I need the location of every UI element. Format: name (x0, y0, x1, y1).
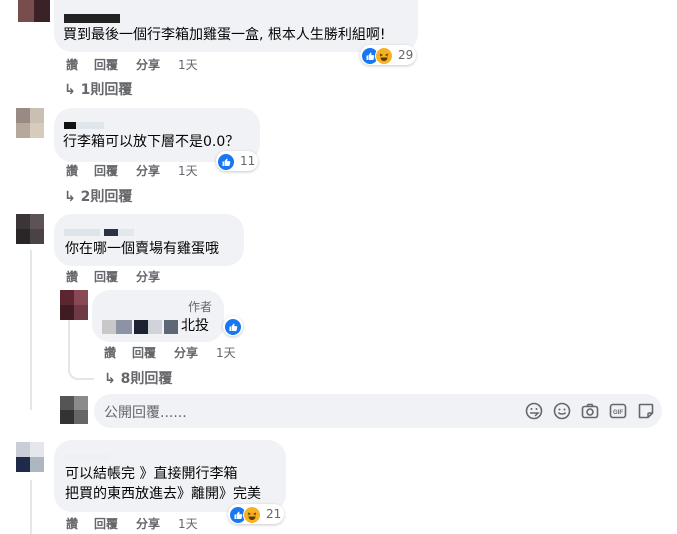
view-replies-button[interactable]: ↳ 2則回覆 (64, 186, 132, 206)
comment-bubble: 你在哪一個賣場有雞蛋哦 (54, 214, 244, 266)
reaction-summary[interactable]: 29 (360, 45, 416, 65)
share-button[interactable]: 分享 (136, 56, 160, 73)
reply-button[interactable]: 回覆 (94, 515, 118, 532)
redacted-name[interactable] (64, 122, 76, 129)
reaction-count: 21 (266, 507, 282, 521)
reply-actions: 讚 回覆 分享 1天 (104, 344, 254, 360)
redacted-name[interactable] (64, 454, 110, 461)
comment-bubble: 可以結帳完 》直接開行李箱 把買的東西放進去》離開》完美 (54, 440, 286, 512)
like-button[interactable]: 讚 (66, 515, 78, 532)
reply-button[interactable]: 回覆 (132, 344, 156, 361)
reaction-summary[interactable]: 21 (228, 504, 284, 524)
emoji-icon[interactable] (552, 401, 572, 421)
comment-actions: 讚 回覆 分享 1天 (66, 515, 216, 531)
avatar[interactable] (16, 214, 44, 244)
reply-arrow-icon: ↳ (104, 371, 116, 387)
like-button[interactable]: 讚 (66, 162, 78, 179)
comment-actions: 讚 回覆 分享 1天 (66, 56, 216, 72)
comment-text-line-1: 可以結帳完 》直接開行李箱 (65, 466, 238, 482)
redacted-name[interactable] (64, 229, 100, 236)
like-button[interactable]: 讚 (66, 56, 78, 73)
current-user-avatar[interactable] (60, 396, 88, 424)
author-badge: 作者 (188, 300, 213, 314)
avatar[interactable] (18, 0, 50, 22)
view-replies-label: 1則回覆 (80, 82, 133, 98)
reply-button[interactable]: 回覆 (94, 162, 118, 179)
like-button[interactable]: 讚 (104, 344, 116, 361)
thread-line (30, 480, 32, 534)
reply-arrow-icon: ↳ (64, 82, 76, 98)
reaction-count: 11 (240, 154, 256, 168)
like-icon (217, 153, 235, 171)
timestamp[interactable]: 1天 (178, 56, 198, 73)
redacted-name[interactable] (102, 320, 116, 334)
view-replies-label: 8則回覆 (120, 371, 173, 387)
sticker-icon[interactable] (524, 401, 544, 421)
reaction-summary[interactable] (223, 316, 243, 336)
timestamp[interactable]: 1天 (216, 344, 236, 361)
reply-button[interactable]: 回覆 (94, 56, 118, 73)
reply-input-placeholder: 公開回覆...... (104, 405, 187, 421)
comment-actions: 讚 回覆 分享 1天 (66, 162, 216, 178)
redacted-name[interactable] (64, 14, 120, 23)
haha-icon (375, 47, 393, 65)
view-replies-label: 2則回覆 (80, 189, 133, 205)
avatar[interactable] (16, 442, 44, 472)
comment-text: 行李箱可以放下層不是0.0？ (63, 134, 240, 150)
comment-text: 買到最後一個行李箱加雞蛋一盒, 根本人生勝利組啊! (63, 27, 386, 43)
comment-bubble: 買到最後一個行李箱加雞蛋一盒, 根本人生勝利組啊! (54, 0, 418, 52)
timestamp[interactable]: 1天 (178, 515, 198, 532)
like-button[interactable]: 讚 (66, 268, 78, 285)
avatar[interactable] (16, 108, 44, 138)
reply-bubble: 作者 北投 (92, 290, 224, 342)
camera-icon[interactable] (580, 401, 600, 421)
comment-actions: 讚 回覆 分享 (66, 268, 216, 284)
share-button[interactable]: 分享 (174, 344, 198, 361)
reaction-summary[interactable]: 11 (216, 151, 258, 171)
reply-arrow-icon: ↳ (64, 189, 76, 205)
comment-text-line-2: 把買的東西放進去》離開》完美 (65, 486, 261, 502)
thread-line (30, 250, 32, 410)
haha-icon (243, 506, 261, 524)
comment-text: 你在哪一個賣場有雞蛋哦 (65, 241, 219, 257)
sticker-square-icon[interactable] (636, 401, 656, 421)
share-button[interactable]: 分享 (136, 515, 160, 532)
timestamp[interactable]: 1天 (178, 162, 198, 179)
reply-input[interactable]: 公開回覆...... GIF (94, 394, 662, 428)
view-replies-button[interactable]: ↳ 8則回覆 (104, 368, 172, 388)
svg-text:GIF: GIF (613, 410, 623, 416)
share-button[interactable]: 分享 (136, 268, 160, 285)
avatar[interactable] (60, 290, 88, 320)
share-button[interactable]: 分享 (136, 162, 160, 179)
gif-icon[interactable]: GIF (608, 401, 628, 421)
reply-text: 北投 (181, 318, 209, 334)
reaction-count: 29 (398, 48, 414, 62)
reply-button[interactable]: 回覆 (94, 268, 118, 285)
view-replies-button[interactable]: ↳ 1則回覆 (64, 79, 132, 99)
like-icon (224, 318, 242, 336)
